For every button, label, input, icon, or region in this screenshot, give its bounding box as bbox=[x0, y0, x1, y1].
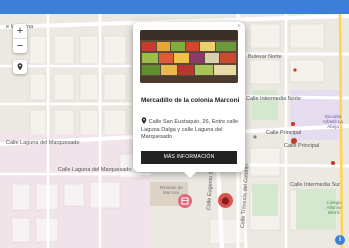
street-label: Calle Laguna del Marquesado bbox=[58, 167, 132, 173]
popup-title: Mercadillo de la colonia Marconi bbox=[141, 97, 240, 104]
info-icon[interactable]: i bbox=[335, 235, 345, 245]
street-label: Calle Principal bbox=[284, 143, 320, 149]
street-label: Calle Intermedia Norte bbox=[246, 96, 302, 102]
street-label: Calle Principal bbox=[266, 130, 302, 136]
street-label: Calle Laguna del Marquesado bbox=[6, 140, 80, 146]
poi-marker[interactable] bbox=[291, 138, 297, 144]
selected-marker[interactable] bbox=[218, 193, 233, 208]
store-icon bbox=[181, 197, 189, 205]
more-info-button[interactable]: MÁS INFORMACIÓN bbox=[141, 151, 237, 164]
poi-label: Escuela Infantil La Abeja bbox=[323, 114, 343, 129]
location-pin-icon bbox=[141, 117, 147, 124]
apple-icon bbox=[221, 195, 230, 205]
locate-button[interactable] bbox=[13, 60, 27, 74]
poi-label: Colegio Alfonso Bérriz bbox=[326, 200, 342, 215]
market-photo bbox=[140, 30, 238, 83]
zoom-in-button[interactable]: + bbox=[13, 24, 27, 38]
zoom-control: + − bbox=[13, 24, 27, 53]
top-bar bbox=[0, 0, 349, 14]
popup-tail bbox=[183, 171, 197, 178]
close-button[interactable]: × bbox=[237, 23, 241, 30]
street-label: Bulevar Norte bbox=[248, 54, 282, 60]
location-pin-icon bbox=[17, 63, 23, 71]
street-label: Calle Intermedia Sur bbox=[290, 182, 341, 188]
zoom-out-button[interactable]: − bbox=[13, 38, 27, 53]
popup-address: Calle San Eustaquio, 26, Entre calle Lag… bbox=[141, 117, 241, 142]
market-marker[interactable] bbox=[178, 194, 192, 208]
info-popup: × Mercadillo de la colonia Marconi Calle… bbox=[133, 22, 245, 178]
address-text: Calle San Eustaquio, 26, Entre calle Lag… bbox=[141, 119, 239, 141]
market-photo-image bbox=[140, 30, 238, 83]
